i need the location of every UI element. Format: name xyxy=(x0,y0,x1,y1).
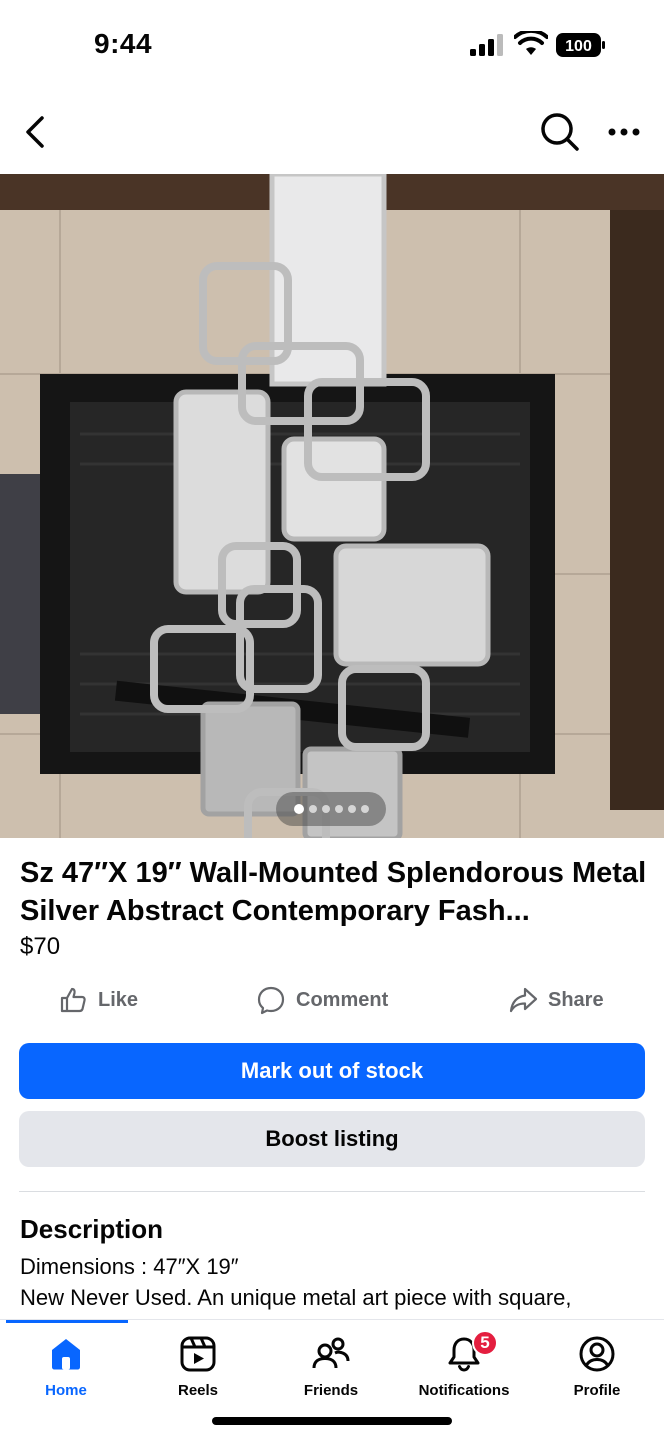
home-icon xyxy=(52,1339,80,1370)
pagination-dot-active xyxy=(293,804,304,814)
pagination-dot xyxy=(360,805,369,813)
description-line: Dimensions : 47″X 19″ xyxy=(20,1254,239,1279)
comment-button[interactable]: Comment xyxy=(256,980,388,1020)
profile-icon xyxy=(579,1336,615,1372)
pagination-dot xyxy=(321,805,330,813)
back-arrow-icon[interactable] xyxy=(18,112,54,152)
battery-icon: 100 xyxy=(556,33,605,57)
description-heading: Description xyxy=(20,1214,164,1244)
tab-home[interactable]: Home xyxy=(0,1320,132,1410)
mark-out-of-stock-button[interactable]: Mark out of stock xyxy=(19,1043,645,1099)
tab-label: Home xyxy=(45,1382,87,1399)
comment-icon xyxy=(257,986,285,1015)
pagination-dot xyxy=(308,805,317,813)
search-icon[interactable] xyxy=(538,110,580,152)
comment-label: Comment xyxy=(296,988,389,1011)
like-label: Like xyxy=(98,988,139,1011)
pagination-dot xyxy=(347,805,356,813)
share-button[interactable]: Share xyxy=(508,980,604,1020)
divider xyxy=(19,1191,645,1192)
share-label: Share xyxy=(548,988,604,1011)
tab-notifications[interactable]: 5 Notifications xyxy=(398,1320,530,1410)
description-line: New Never Used. An unique metal art piec… xyxy=(20,1285,572,1310)
battery-level: 100 xyxy=(565,38,592,55)
like-button[interactable]: Like xyxy=(58,980,138,1020)
listing-price: $70 xyxy=(20,933,61,960)
top-nav xyxy=(0,90,664,174)
listing-title: Sz 47″X 19″ Wall-Mounted Splendorous Met… xyxy=(20,857,647,927)
tab-label: Profile xyxy=(573,1382,621,1399)
action-row: Like Comment Share xyxy=(0,980,664,1020)
photo-pagination xyxy=(276,792,386,826)
tab-reels[interactable]: Reels xyxy=(132,1320,264,1410)
more-options-icon[interactable] xyxy=(604,118,644,146)
status-bar: 9:44 100 xyxy=(0,0,664,90)
notification-count-badge: 5 xyxy=(472,1330,498,1356)
tab-label: Friends xyxy=(303,1382,359,1399)
thumbs-up-icon xyxy=(60,987,86,1013)
cellular-signal-icon xyxy=(470,34,503,56)
tab-label: Notifications xyxy=(418,1382,510,1399)
tab-friends[interactable]: Friends xyxy=(265,1320,397,1410)
share-icon xyxy=(509,987,538,1013)
home-indicator xyxy=(212,1417,452,1425)
tab-profile[interactable]: Profile xyxy=(531,1320,663,1410)
tab-label: Reels xyxy=(177,1382,219,1399)
listing-photo-image xyxy=(0,174,664,838)
listing-photo[interactable] xyxy=(0,174,664,838)
reels-icon xyxy=(180,1336,216,1372)
friends-icon xyxy=(312,1337,350,1369)
pagination-dot xyxy=(334,805,343,813)
status-time: 9:44 xyxy=(94,28,153,59)
wifi-icon xyxy=(514,31,548,55)
boost-listing-button[interactable]: Boost listing xyxy=(19,1111,645,1167)
